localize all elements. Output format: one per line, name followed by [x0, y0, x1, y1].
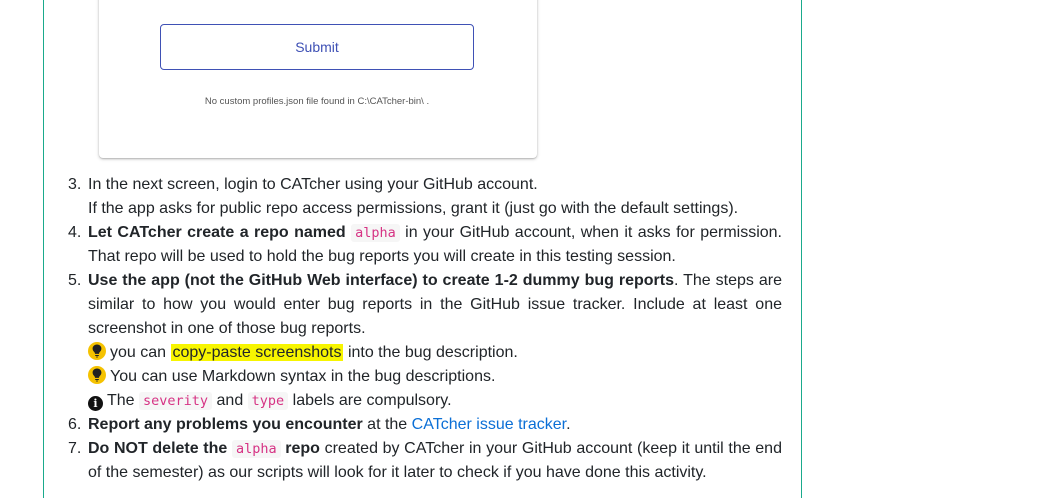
- lightbulb-icon: [88, 342, 106, 360]
- step-text: If the app asks for public repo access p…: [88, 200, 739, 217]
- step-bold-text: Do NOT delete the: [88, 440, 228, 457]
- issue-tracker-link[interactable]: CATcher issue tracker: [412, 416, 566, 433]
- step-bold-text: Use the app (not the GitHub Web interfac…: [88, 272, 675, 289]
- step-6: 6. Report any problems you encounter at …: [68, 413, 782, 437]
- step-number: 6.: [68, 416, 82, 433]
- step-bold-text: Report any problems you encounter: [88, 416, 363, 433]
- info-text: labels are compulsory.: [292, 392, 452, 409]
- step-7: 7. Do NOT delete the alpha repo created …: [68, 437, 782, 485]
- step-5: 5. Use the app (not the GitHub Web inter…: [68, 269, 782, 413]
- info-text: The: [107, 392, 135, 409]
- step-text: at the: [367, 416, 408, 433]
- profiles-note: No custom profiles.json file found in C:…: [204, 96, 430, 107]
- instruction-list: 3. In the next screen, login to CATcher …: [68, 173, 782, 485]
- step-text: In the next screen, login to CATcher usi…: [88, 176, 538, 193]
- step-number: 4.: [68, 224, 82, 241]
- step-bold-text: Let CATcher create a repo named: [88, 224, 346, 241]
- info-line: i The severity and type labels are compul…: [88, 389, 782, 413]
- login-card: Submit No custom profiles.json file foun…: [99, 0, 537, 158]
- step-4: 4. Let CATcher create a repo named alpha…: [68, 221, 782, 269]
- submit-button[interactable]: Submit: [160, 24, 474, 70]
- step-number: 5.: [68, 272, 82, 289]
- step-number: 3.: [68, 176, 82, 193]
- label-code: severity: [139, 392, 213, 410]
- step-bold-text: repo: [285, 440, 320, 457]
- repo-name-code: alpha: [351, 224, 400, 242]
- step-number: 7.: [68, 440, 82, 457]
- tip-line: You can use Markdown syntax in the bug d…: [88, 365, 782, 389]
- tip-line: you can copy-paste screenshots into the …: [88, 341, 782, 365]
- repo-name-code: alpha: [231, 440, 281, 458]
- step-3: 3. In the next screen, login to CATcher …: [68, 173, 782, 221]
- tip-text: into the bug description.: [347, 344, 518, 361]
- info-circle-icon: i: [88, 396, 103, 411]
- lightbulb-icon: [88, 366, 106, 384]
- step-text: .: [566, 416, 571, 433]
- tip-text: you can: [110, 344, 167, 361]
- highlighted-text: copy-paste screenshots: [170, 344, 344, 361]
- info-text: and: [216, 392, 244, 409]
- label-code: type: [247, 392, 289, 410]
- tip-text: You can use Markdown syntax in the bug d…: [110, 368, 496, 385]
